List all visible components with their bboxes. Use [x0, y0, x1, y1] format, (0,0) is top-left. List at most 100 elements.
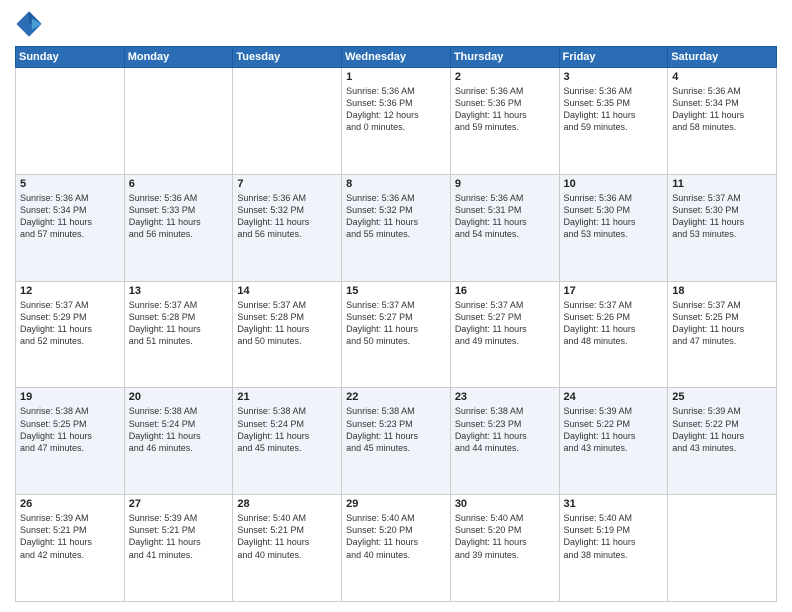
- logo-icon: [15, 10, 43, 38]
- day-info: Sunrise: 5:36 AM Sunset: 5:31 PM Dayligh…: [455, 192, 555, 241]
- day-header-tuesday: Tuesday: [233, 47, 342, 68]
- header-row: SundayMondayTuesdayWednesdayThursdayFrid…: [16, 47, 777, 68]
- day-number: 5: [20, 178, 120, 190]
- day-header-thursday: Thursday: [450, 47, 559, 68]
- week-row-5: 26 Sunrise: 5:39 AM Sunset: 5:21 PM Dayli…: [16, 495, 777, 602]
- week-row-4: 19Sunrise: 5:38 AM Sunset: 5:25 PM Dayli…: [16, 388, 777, 495]
- day-info: Sunrise: 5:40 AM Sunset: 5:20 PM Dayligh…: [455, 512, 555, 561]
- day-info: Sunrise: 5:40 AM Sunset: 5:20 PM Dayligh…: [346, 512, 446, 561]
- day-cell: 28 Sunrise: 5:40 AM Sunset: 5:21 PM Dayli…: [233, 495, 342, 602]
- day-cell: 15Sunrise: 5:37 AM Sunset: 5:27 PM Dayli…: [342, 281, 451, 388]
- day-cell: [124, 68, 233, 175]
- day-cell: 1 Sunrise: 5:36 AM Sunset: 5:36 PM Daylig…: [342, 68, 451, 175]
- day-cell: 10 Sunrise: 5:36 AM Sunset: 5:30 PM Dayli…: [559, 174, 668, 281]
- day-number: 1: [346, 71, 446, 83]
- day-info: Sunrise: 5:38 AM Sunset: 5:24 PM Dayligh…: [237, 405, 337, 454]
- day-info: Sunrise: 5:36 AM Sunset: 5:32 PM Dayligh…: [346, 192, 446, 241]
- day-cell: 26 Sunrise: 5:39 AM Sunset: 5:21 PM Dayli…: [16, 495, 125, 602]
- day-header-sunday: Sunday: [16, 47, 125, 68]
- day-number: 16: [455, 285, 555, 297]
- day-number: 7: [237, 178, 337, 190]
- day-info: Sunrise: 5:37 AM Sunset: 5:28 PM Dayligh…: [129, 299, 229, 348]
- day-cell: 20 Sunrise: 5:38 AM Sunset: 5:24 PM Dayli…: [124, 388, 233, 495]
- day-cell: 11 Sunrise: 5:37 AM Sunset: 5:30 PM Dayli…: [668, 174, 777, 281]
- day-cell: 21 Sunrise: 5:38 AM Sunset: 5:24 PM Dayli…: [233, 388, 342, 495]
- day-number: 26: [20, 498, 120, 510]
- day-cell: 14 Sunrise: 5:37 AM Sunset: 5:28 PM Dayli…: [233, 281, 342, 388]
- day-info: Sunrise: 5:36 AM Sunset: 5:34 PM Dayligh…: [672, 85, 772, 134]
- day-number: 11: [672, 178, 772, 190]
- day-cell: 25 Sunrise: 5:39 AM Sunset: 5:22 PM Dayli…: [668, 388, 777, 495]
- day-cell: 6 Sunrise: 5:36 AM Sunset: 5:33 PM Daylig…: [124, 174, 233, 281]
- day-info: Sunrise: 5:36 AM Sunset: 5:33 PM Dayligh…: [129, 192, 229, 241]
- day-number: 6: [129, 178, 229, 190]
- logo: [15, 10, 46, 38]
- day-number: 18: [672, 285, 772, 297]
- day-info: Sunrise: 5:38 AM Sunset: 5:24 PM Dayligh…: [129, 405, 229, 454]
- day-info: Sunrise: 5:36 AM Sunset: 5:35 PM Dayligh…: [564, 85, 664, 134]
- day-cell: [16, 68, 125, 175]
- day-info: Sunrise: 5:39 AM Sunset: 5:22 PM Dayligh…: [672, 405, 772, 454]
- day-number: 8: [346, 178, 446, 190]
- day-number: 14: [237, 285, 337, 297]
- day-cell: 22 Sunrise: 5:38 AM Sunset: 5:23 PM Dayli…: [342, 388, 451, 495]
- day-number: 20: [129, 391, 229, 403]
- day-number: 31: [564, 498, 664, 510]
- day-info: Sunrise: 5:40 AM Sunset: 5:19 PM Dayligh…: [564, 512, 664, 561]
- day-header-friday: Friday: [559, 47, 668, 68]
- day-header-monday: Monday: [124, 47, 233, 68]
- week-row-2: 5 Sunrise: 5:36 AM Sunset: 5:34 PM Daylig…: [16, 174, 777, 281]
- day-number: 22: [346, 391, 446, 403]
- day-info: Sunrise: 5:36 AM Sunset: 5:36 PM Dayligh…: [455, 85, 555, 134]
- day-number: 2: [455, 71, 555, 83]
- day-number: 30: [455, 498, 555, 510]
- day-info: Sunrise: 5:39 AM Sunset: 5:21 PM Dayligh…: [20, 512, 120, 561]
- day-info: Sunrise: 5:39 AM Sunset: 5:22 PM Dayligh…: [564, 405, 664, 454]
- day-cell: 13 Sunrise: 5:37 AM Sunset: 5:28 PM Dayli…: [124, 281, 233, 388]
- day-info: Sunrise: 5:38 AM Sunset: 5:25 PM Dayligh…: [20, 405, 120, 454]
- day-number: 28: [237, 498, 337, 510]
- day-cell: 5 Sunrise: 5:36 AM Sunset: 5:34 PM Daylig…: [16, 174, 125, 281]
- week-row-1: 1 Sunrise: 5:36 AM Sunset: 5:36 PM Daylig…: [16, 68, 777, 175]
- day-info: Sunrise: 5:39 AM Sunset: 5:21 PM Dayligh…: [129, 512, 229, 561]
- day-cell: 31 Sunrise: 5:40 AM Sunset: 5:19 PM Dayli…: [559, 495, 668, 602]
- day-info: Sunrise: 5:36 AM Sunset: 5:32 PM Dayligh…: [237, 192, 337, 241]
- day-info: Sunrise: 5:37 AM Sunset: 5:27 PM Dayligh…: [455, 299, 555, 348]
- day-cell: [233, 68, 342, 175]
- day-cell: 29 Sunrise: 5:40 AM Sunset: 5:20 PM Dayli…: [342, 495, 451, 602]
- day-number: 13: [129, 285, 229, 297]
- day-header-saturday: Saturday: [668, 47, 777, 68]
- day-cell: 7 Sunrise: 5:36 AM Sunset: 5:32 PM Daylig…: [233, 174, 342, 281]
- page: SundayMondayTuesdayWednesdayThursdayFrid…: [0, 0, 792, 612]
- day-cell: 2 Sunrise: 5:36 AM Sunset: 5:36 PM Daylig…: [450, 68, 559, 175]
- day-number: 10: [564, 178, 664, 190]
- day-cell: 17Sunrise: 5:37 AM Sunset: 5:26 PM Dayli…: [559, 281, 668, 388]
- day-number: 29: [346, 498, 446, 510]
- day-info: Sunrise: 5:37 AM Sunset: 5:25 PM Dayligh…: [672, 299, 772, 348]
- day-cell: 8 Sunrise: 5:36 AM Sunset: 5:32 PM Daylig…: [342, 174, 451, 281]
- day-info: Sunrise: 5:36 AM Sunset: 5:36 PM Dayligh…: [346, 85, 446, 134]
- day-header-wednesday: Wednesday: [342, 47, 451, 68]
- day-info: Sunrise: 5:40 AM Sunset: 5:21 PM Dayligh…: [237, 512, 337, 561]
- day-info: Sunrise: 5:37 AM Sunset: 5:27 PM Dayligh…: [346, 299, 446, 348]
- day-number: 17: [564, 285, 664, 297]
- day-number: 12: [20, 285, 120, 297]
- day-cell: 27Sunrise: 5:39 AM Sunset: 5:21 PM Dayli…: [124, 495, 233, 602]
- day-info: Sunrise: 5:36 AM Sunset: 5:30 PM Dayligh…: [564, 192, 664, 241]
- day-cell: [668, 495, 777, 602]
- day-cell: 24Sunrise: 5:39 AM Sunset: 5:22 PM Dayli…: [559, 388, 668, 495]
- day-number: 3: [564, 71, 664, 83]
- day-info: Sunrise: 5:37 AM Sunset: 5:29 PM Dayligh…: [20, 299, 120, 348]
- day-cell: 30 Sunrise: 5:40 AM Sunset: 5:20 PM Dayli…: [450, 495, 559, 602]
- day-number: 21: [237, 391, 337, 403]
- header: [15, 10, 777, 38]
- day-info: Sunrise: 5:38 AM Sunset: 5:23 PM Dayligh…: [346, 405, 446, 454]
- day-info: Sunrise: 5:37 AM Sunset: 5:28 PM Dayligh…: [237, 299, 337, 348]
- day-cell: 18 Sunrise: 5:37 AM Sunset: 5:25 PM Dayli…: [668, 281, 777, 388]
- day-info: Sunrise: 5:37 AM Sunset: 5:30 PM Dayligh…: [672, 192, 772, 241]
- day-number: 4: [672, 71, 772, 83]
- day-number: 25: [672, 391, 772, 403]
- day-info: Sunrise: 5:36 AM Sunset: 5:34 PM Dayligh…: [20, 192, 120, 241]
- day-cell: 23Sunrise: 5:38 AM Sunset: 5:23 PM Dayli…: [450, 388, 559, 495]
- day-cell: 12 Sunrise: 5:37 AM Sunset: 5:29 PM Dayli…: [16, 281, 125, 388]
